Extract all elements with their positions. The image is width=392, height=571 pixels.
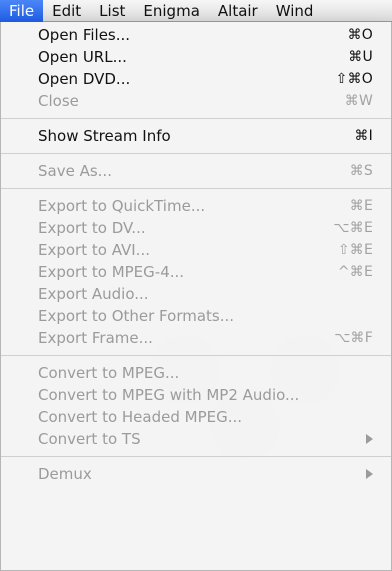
menu-item-shortcut: ^⌘E: [337, 264, 373, 280]
menu-item-close: Close ⌘W: [1, 90, 391, 112]
menu-item-open-files[interactable]: Open Files... ⌘O: [1, 24, 391, 46]
menubar-altair[interactable]: Altair: [209, 0, 267, 22]
menu-item-shortcut: ⌘S: [349, 163, 373, 179]
menu-item-shortcut: ⌘O: [347, 27, 373, 43]
menu-item-convert-headed-mpeg: Convert to Headed MPEG...: [1, 406, 391, 428]
menubar-list[interactable]: List: [90, 0, 134, 22]
menu-item-shortcut: ⇧⌘O: [335, 71, 373, 87]
menubar-enigma[interactable]: Enigma: [134, 0, 208, 22]
menu-item-label: Export Audio...: [38, 285, 149, 303]
menu-item-label: Convert to TS: [38, 430, 141, 448]
menu-item-convert-mpeg-mp2: Convert to MPEG with MP2 Audio...: [1, 384, 391, 406]
menubar-file[interactable]: File: [0, 0, 44, 22]
menu-separator: [1, 355, 391, 356]
menubar-edit[interactable]: Edit: [43, 0, 90, 22]
menu-item-shortcut: ⌘I: [354, 128, 373, 144]
menu-item-label: Export to AVI...: [38, 241, 150, 259]
menu-item-export-avi: Export to AVI... ⇧⌘E: [1, 239, 391, 261]
menu-item-label: Convert to Headed MPEG...: [38, 408, 243, 426]
menubar-window[interactable]: Wind: [267, 0, 323, 22]
menu-item-label: Export to QuickTime...: [38, 197, 206, 215]
menu-item-label: Open DVD...: [38, 70, 131, 88]
menu-item-shortcut: ⌘W: [344, 93, 373, 109]
menu-item-export-audio: Export Audio...: [1, 283, 391, 305]
submenu-arrow-icon: [366, 434, 373, 444]
menu-item-export-frame: Export Frame... ⌥⌘F: [1, 327, 391, 349]
menu-item-label: Open URL...: [38, 48, 127, 66]
menu-item-label: Convert to MPEG with MP2 Audio...: [38, 386, 300, 404]
menu-item-shortcut: ⌘U: [348, 49, 373, 65]
menu-item-export-dv: Export to DV... ⌥⌘E: [1, 217, 391, 239]
menu-separator: [1, 456, 391, 457]
menu-item-label: Show Stream Info: [38, 127, 171, 145]
menu-separator: [1, 153, 391, 154]
menu-item-shortcut: ⌥⌘E: [333, 220, 373, 236]
menu-separator: [1, 118, 391, 119]
menu-item-shortcut: ⌘E: [349, 198, 373, 214]
menu-item-save-as: Save As... ⌘S: [1, 160, 391, 182]
menu-item-label: Close: [38, 92, 79, 110]
file-menu: Open Files... ⌘O Open URL... ⌘U Open DVD…: [0, 22, 392, 571]
menu-item-export-quicktime: Export to QuickTime... ⌘E: [1, 195, 391, 217]
menu-item-export-other-formats: Export to Other Formats...: [1, 305, 391, 327]
menu-item-shortcut: ⌥⌘F: [334, 330, 373, 346]
menu-item-show-stream-info[interactable]: Show Stream Info ⌘I: [1, 125, 391, 147]
menu-item-convert-mpeg: Convert to MPEG...: [1, 362, 391, 384]
menu-item-label: Export to DV...: [38, 219, 146, 237]
menu-item-label: Convert to MPEG...: [38, 364, 180, 382]
menu-item-label: Demux: [38, 465, 92, 483]
menu-bar: File Edit List Enigma Altair Wind: [0, 0, 392, 22]
menu-item-open-dvd[interactable]: Open DVD... ⇧⌘O: [1, 68, 391, 90]
submenu-arrow-icon: [366, 469, 373, 479]
menu-item-export-mpeg4: Export to MPEG-4... ^⌘E: [1, 261, 391, 283]
menu-separator: [1, 188, 391, 189]
menu-item-label: Export to MPEG-4...: [38, 263, 185, 281]
menu-item-open-url[interactable]: Open URL... ⌘U: [1, 46, 391, 68]
menu-item-label: Save As...: [38, 162, 112, 180]
menu-item-convert-ts: Convert to TS: [1, 428, 391, 450]
menu-item-demux: Demux: [1, 463, 391, 485]
menu-item-label: Export Frame...: [38, 329, 153, 347]
menu-item-label: Export to Other Formats...: [38, 307, 235, 325]
menu-item-label: Open Files...: [38, 26, 131, 44]
menu-item-shortcut: ⇧⌘E: [337, 242, 373, 258]
